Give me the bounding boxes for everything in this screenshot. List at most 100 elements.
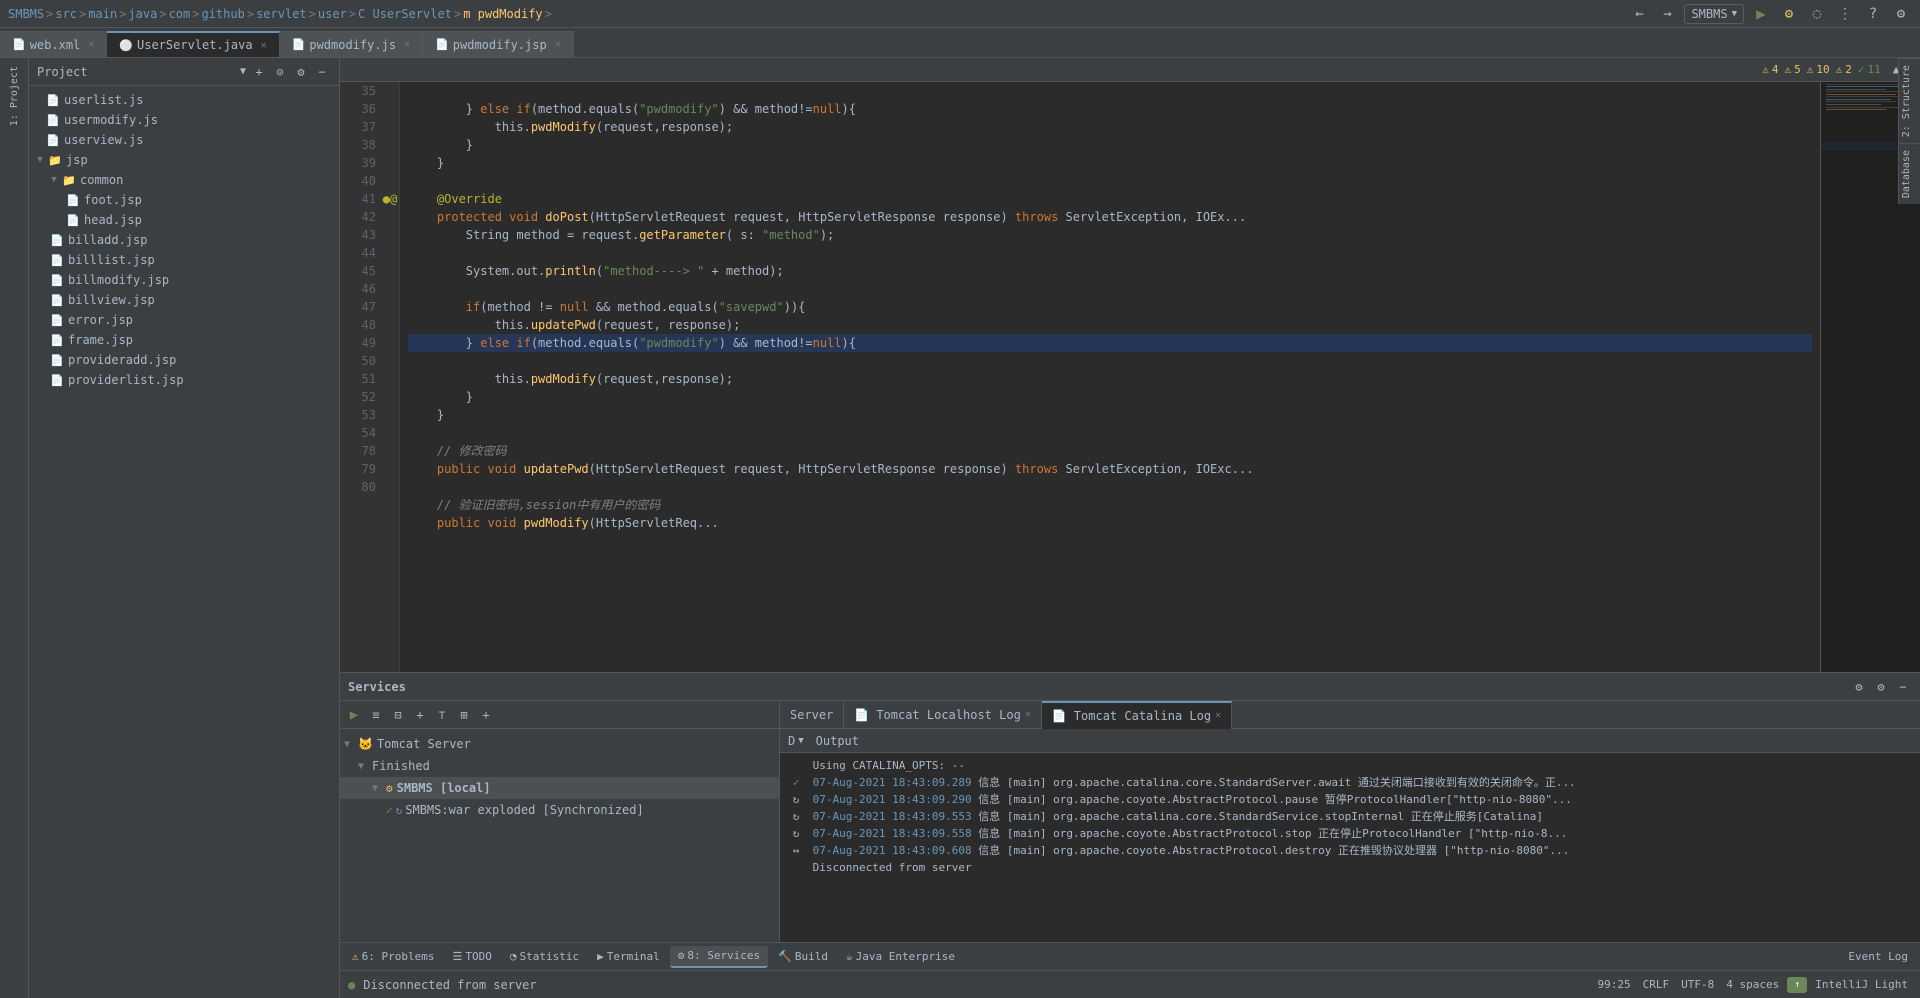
terminal-tab[interactable]: ▶ Terminal <box>589 946 668 968</box>
debug-button[interactable]: ⚙ <box>1778 3 1800 25</box>
run-button[interactable]: ▶ <box>1750 3 1772 25</box>
close-catalina-log-icon[interactable]: ✕ <box>1215 710 1221 721</box>
java-enterprise-icon: ☕ <box>846 950 853 963</box>
coverage-button[interactable]: ◌ <box>1806 3 1828 25</box>
tree-item-userlistjs[interactable]: 📄 userlist.js <box>29 90 339 110</box>
log-icon-2: ✓ <box>788 774 804 791</box>
minus-icon[interactable]: − <box>313 63 331 81</box>
output-dropdown[interactable]: D ▼ <box>788 734 804 748</box>
close-userservlet-icon[interactable]: ✕ <box>261 40 267 51</box>
warn-item-5[interactable]: ✓ 11 <box>1858 63 1881 76</box>
more-icon[interactable]: + <box>476 705 496 725</box>
server-log-tab[interactable]: Server <box>780 701 844 729</box>
bc-com[interactable]: com <box>169 7 191 21</box>
statistic-tab[interactable]: ◔ Statistic <box>502 946 587 968</box>
expand-all-icon[interactable]: ≡ <box>366 705 386 725</box>
todo-tab[interactable]: ☰ TODO <box>444 946 499 968</box>
warn-item-2[interactable]: ⚠ 5 <box>1785 63 1801 76</box>
tree-item-userviewjs[interactable]: 📄 userview.js <box>29 130 339 150</box>
group-icon[interactable]: ⊞ <box>454 705 474 725</box>
tab-userservlet[interactable]: ⚪ UserServlet.java ✕ <box>107 31 279 57</box>
tomcat-server-item[interactable]: ▼ 🐱 Tomcat Server <box>340 733 779 755</box>
add-service-icon[interactable]: + <box>410 705 430 725</box>
code-view[interactable]: 35 36 37 38 39 40 41 42 43 44 45 46 47 4… <box>340 82 1820 672</box>
more-actions-icon[interactable]: ⋮ <box>1834 3 1856 25</box>
vtab-project[interactable]: 1: Project <box>7 62 22 130</box>
tomcat-localhost-log-tab[interactable]: 📄 Tomcat Localhost Log ✕ <box>844 701 1041 729</box>
event-log-tab[interactable]: Event Log <box>1840 946 1916 968</box>
crlf-indicator[interactable]: CRLF <box>1639 978 1674 991</box>
tree-item-headjsp[interactable]: 📄 head.jsp <box>29 210 339 230</box>
bc-src[interactable]: src <box>55 7 77 21</box>
new-file-icon[interactable]: + <box>250 63 268 81</box>
tree-item-billmodifyjsp[interactable]: 📄 billmodify.jsp <box>29 270 339 290</box>
finished-item[interactable]: ▼ Finished <box>340 755 779 777</box>
tree-item-jsp-folder[interactable]: ▼ 📁 jsp <box>29 150 339 170</box>
close-localhost-log-icon[interactable]: ✕ <box>1025 709 1031 720</box>
gear-icon[interactable]: ⚙ <box>292 63 310 81</box>
indent-indicator[interactable]: 4 spaces <box>1722 978 1783 991</box>
file-label: providerlist.jsp <box>68 373 184 387</box>
tree-item-providerlistjsp[interactable]: 📄 providerlist.jsp <box>29 370 339 390</box>
tomcat-catalina-log-tab[interactable]: 📄 Tomcat Catalina Log ✕ <box>1042 701 1232 729</box>
navigate-forward-icon[interactable]: → <box>1656 3 1678 25</box>
bc-smbms[interactable]: SMBMS <box>8 7 44 21</box>
jsp-icon: 📄 <box>49 312 65 328</box>
warn-item-3[interactable]: ⚠ 10 <box>1807 63 1830 76</box>
encoding-indicator[interactable]: UTF-8 <box>1677 978 1718 991</box>
tab-pwdmodifyjs[interactable]: 📄 pwdmodify.js ✕ <box>280 31 423 57</box>
tab-webxml[interactable]: 📄 web.xml ✕ <box>0 31 107 57</box>
problems-tab[interactable]: ⚠ 6: Problems <box>344 946 442 968</box>
scroll-center-icon[interactable]: ⊙ <box>271 63 289 81</box>
tree-item-common-folder[interactable]: ▼ 📁 common <box>29 170 339 190</box>
java-enterprise-tab[interactable]: ☕ Java Enterprise <box>838 946 963 968</box>
bc-github[interactable]: github <box>201 7 244 21</box>
bc-servlet[interactable]: servlet <box>256 7 307 21</box>
xml-file-icon: 📄 <box>12 38 26 51</box>
warn-item-1[interactable]: ⚠ 4 <box>1762 63 1778 76</box>
tree-item-framejsp[interactable]: 📄 frame.jsp <box>29 330 339 350</box>
bc-user[interactable]: user <box>318 7 347 21</box>
tree-item-billlistjsp[interactable]: 📄 billlist.jsp <box>29 250 339 270</box>
log-content[interactable]: Using CATALINA_OPTS: -- ✓ 07-Aug-2021 18… <box>780 753 1920 942</box>
bc-class[interactable]: C UserServlet <box>358 7 452 21</box>
tree-item-errorjsp[interactable]: 📄 error.jsp <box>29 310 339 330</box>
database-side-label[interactable]: Database <box>1899 143 1920 204</box>
run-config-dropdown[interactable]: SMBMS ▼ <box>1684 4 1744 24</box>
smbms-local-item[interactable]: ▼ ⚙ SMBMS [local] <box>340 777 779 799</box>
code-line-37: } <box>408 138 473 152</box>
close-pwdmodifyjs-icon[interactable]: ✕ <box>404 39 410 50</box>
services-close-icon[interactable]: − <box>1894 678 1912 696</box>
status-message: Disconnected from server <box>363 978 536 992</box>
sidebar-icons: + ⊙ ⚙ − <box>250 63 331 81</box>
tree-item-billviewjsp[interactable]: 📄 billview.jsp <box>29 290 339 310</box>
services-settings-icon[interactable]: ⚙ <box>1872 678 1890 696</box>
navigate-back-icon[interactable]: ← <box>1628 3 1650 25</box>
close-pwdmodifyjsp-icon[interactable]: ✕ <box>555 39 561 50</box>
bc-java[interactable]: java <box>128 7 157 21</box>
services-gear-icon[interactable]: ⚙ <box>1850 678 1868 696</box>
close-webxml-icon[interactable]: ✕ <box>88 39 94 50</box>
git-icon[interactable]: ↑ <box>1787 977 1807 993</box>
services-tab[interactable]: ⚙ 8: Services <box>670 946 768 968</box>
smbms-war-item[interactable]: ✓ ↻ SMBMS:war exploded [Synchronized] <box>340 799 779 821</box>
filter-icon[interactable]: ⊤ <box>432 705 452 725</box>
run-service-button[interactable]: ▶ <box>344 705 364 725</box>
warn-item-4[interactable]: ⚠ 2 <box>1836 63 1852 76</box>
tree-item-billaddjsp[interactable]: 📄 billadd.jsp <box>29 230 339 250</box>
structure-side-label[interactable]: 2: Structure <box>1899 58 1920 143</box>
bc-main[interactable]: main <box>88 7 117 21</box>
position-indicator[interactable]: 99:25 <box>1594 978 1635 991</box>
tab-pwdmodifyjsp[interactable]: 📄 pwdmodify.jsp ✕ <box>423 31 574 57</box>
bc-method[interactable]: m pwdModify <box>463 7 542 21</box>
tree-item-footjsp[interactable]: 📄 foot.jsp <box>29 190 339 210</box>
code-content[interactable]: } else if(method.equals("pwdmodify") && … <box>400 82 1820 672</box>
help-icon[interactable]: ? <box>1862 3 1884 25</box>
theme-indicator[interactable]: IntelliJ Light <box>1811 978 1912 991</box>
settings-icon[interactable]: ⚙ <box>1890 3 1912 25</box>
gutter-line <box>380 316 400 334</box>
collapse-all-icon[interactable]: ⊟ <box>388 705 408 725</box>
build-tab[interactable]: 🔨 Build <box>770 946 836 968</box>
tree-item-provideraddjsp[interactable]: 📄 provideradd.jsp <box>29 350 339 370</box>
tree-item-usermodifyjs[interactable]: 📄 usermodify.js <box>29 110 339 130</box>
